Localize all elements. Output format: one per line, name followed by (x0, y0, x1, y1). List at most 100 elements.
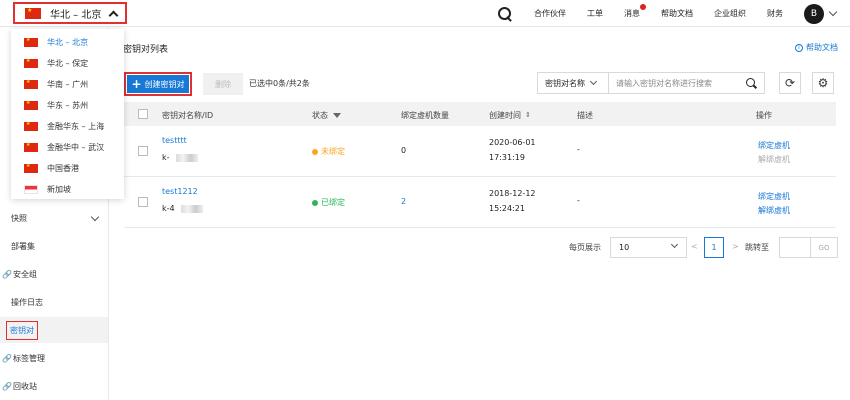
sidebar-item-label: 部署集 (11, 241, 35, 251)
per-page-value: 10 (619, 243, 630, 252)
key-pair-id: k-4 (162, 204, 203, 213)
status-dot (312, 199, 318, 206)
col-name: 密钥对名称/ID (162, 111, 214, 120)
sidebar-item-recycle-bin[interactable]: 🔗 回收站 (0, 373, 108, 399)
refresh-button[interactable]: ⟳ (779, 72, 801, 94)
help-docs-link[interactable]: i 帮助文档 (795, 42, 838, 53)
search-field-label: 密钥对名称 (545, 78, 585, 88)
top-bar: 华北 – 北京 合作伙伴 工单 消息 帮助文档 企业组织 财务 B (0, 0, 850, 27)
key-pair-id: k- (162, 153, 198, 162)
refresh-icon: ⟳ (784, 76, 796, 90)
region-option-guangzhou[interactable]: 华南 – 广州 (11, 74, 124, 95)
create-button-highlight: + 创建密钥对 (124, 72, 192, 96)
search-button[interactable] (738, 73, 764, 93)
plus-icon: + (131, 77, 142, 91)
sidebar-item-label: 回收站 (12, 381, 37, 391)
created-time: 17:31:19 (489, 153, 525, 162)
status-dot (312, 148, 318, 155)
next-page-button[interactable]: > (732, 242, 739, 251)
region-option-label: 华东 – 苏州 (47, 101, 89, 110)
nav-finance[interactable]: 财务 (767, 8, 783, 19)
redacted-id (175, 153, 198, 162)
per-page-select[interactable]: 10 (610, 237, 687, 258)
row-checkbox[interactable] (138, 146, 148, 156)
region-option-wuhan-finance[interactable]: 金融华中 – 武汉 (11, 137, 124, 158)
chevron-down-icon[interactable] (828, 7, 838, 17)
sidebar-item-deployment-sets[interactable]: 部署集 (0, 233, 108, 259)
sidebar-item-label: 密钥对 (6, 320, 38, 340)
col-desc: 描述 (577, 111, 593, 120)
region-option-label: 新加坡 (47, 185, 71, 194)
nav-partners[interactable]: 合作伙伴 (534, 8, 566, 19)
col-actions: 操作 (756, 111, 772, 120)
region-selector[interactable]: 华北 – 北京 (13, 2, 127, 24)
key-pair-name-link[interactable]: testttt (162, 136, 187, 145)
search-icon[interactable] (498, 6, 512, 21)
status-text: 已绑定 (321, 198, 345, 207)
china-flag-icon (24, 142, 38, 152)
unbind-vm-link[interactable]: 解绑虚机 (758, 154, 790, 165)
sort-icon[interactable]: ⇕ (525, 112, 531, 119)
bind-vm-link[interactable]: 绑定虚机 (758, 191, 790, 202)
search-field-select[interactable]: 密钥对名称 (538, 73, 609, 93)
page-number-current[interactable]: 1 (704, 237, 724, 258)
key-pair-name-link[interactable]: test1212 (162, 187, 198, 196)
chevron-up-icon (108, 10, 119, 20)
avatar[interactable]: B (804, 3, 824, 24)
col-created-label: 创建时间 (489, 111, 521, 120)
region-option-beijing[interactable]: 华北 – 北京 (11, 32, 124, 53)
link-icon: 🔗 (2, 269, 12, 279)
main-content: 密钥对列表 i 帮助文档 + 创建密钥对 删除 已选中0条/共2条 密钥对名称 … (110, 28, 850, 400)
search-icon (745, 77, 757, 89)
sidebar-item-label: 快照 (11, 213, 27, 223)
col-status[interactable]: 状态 (312, 110, 341, 121)
select-all-checkbox[interactable] (138, 109, 148, 119)
region-option-singapore[interactable]: 新加坡 (11, 179, 124, 200)
sidebar-item-tag-management[interactable]: 🔗 标签管理 (0, 345, 108, 371)
page-title: 密钥对列表 (123, 45, 169, 55)
sidebar-item-key-pairs[interactable]: 密钥对 (0, 317, 108, 343)
nav-messages[interactable]: 消息 (624, 4, 646, 19)
search-input[interactable] (609, 73, 738, 93)
create-button-label: 创建密钥对 (144, 79, 185, 89)
delete-button[interactable]: 删除 (203, 73, 243, 95)
region-option-shanghai-finance[interactable]: 金融华东 – 上海 (11, 116, 124, 137)
settings-button[interactable]: ⚙ (812, 72, 834, 94)
unbind-vm-link[interactable]: 解绑虚机 (758, 205, 790, 216)
nav-tickets[interactable]: 工单 (587, 8, 603, 19)
sidebar-item-snapshots[interactable]: 快照 (0, 205, 108, 231)
created-date: 2020-06-01 (489, 138, 536, 147)
nav-messages-label: 消息 (624, 9, 640, 18)
region-option-hongkong[interactable]: 中国香港 (11, 158, 124, 179)
bind-vm-link[interactable]: 绑定虚机 (758, 140, 790, 151)
sidebar-item-security-groups[interactable]: 🔗 安全组 (0, 261, 108, 287)
col-created[interactable]: 创建时间 ⇕ (489, 110, 531, 121)
filter-icon[interactable] (333, 113, 341, 118)
created-time: 15:24:21 (489, 204, 525, 213)
nav-org[interactable]: 企业组织 (714, 8, 746, 19)
china-flag-icon (24, 58, 38, 68)
row-checkbox[interactable] (138, 197, 148, 207)
table-row: test1212 k-4 已绑定 2 2018-12-12 15:24:21 -… (124, 177, 836, 228)
region-option-label: 金融华中 – 武汉 (47, 143, 105, 152)
region-option-suzhou[interactable]: 华东 – 苏州 (11, 95, 124, 116)
bound-count-link[interactable]: 2 (401, 197, 406, 206)
go-button[interactable]: GO (811, 237, 838, 258)
top-nav: 合作伙伴 工单 消息 帮助文档 企业组织 财务 B (498, 0, 850, 27)
nav-help-docs[interactable]: 帮助文档 (661, 8, 693, 19)
sidebar-item-label: 操作日志 (11, 297, 43, 307)
region-option-baoding[interactable]: 华北 – 保定 (11, 53, 124, 74)
create-key-pair-button[interactable]: + 创建密钥对 (127, 75, 189, 93)
gear-icon: ⚙ (817, 76, 829, 90)
sidebar-item-label: 安全组 (12, 269, 37, 279)
sidebar-item-operation-logs[interactable]: 操作日志 (0, 289, 108, 315)
key-pair-table: 密钥对名称/ID 状态 绑定虚机数量 创建时间 ⇕ 描述 操作 testttt k… (124, 102, 836, 228)
region-label: 华北 – 北京 (50, 9, 102, 21)
singapore-flag-icon (24, 185, 38, 194)
description: - (577, 145, 580, 154)
region-dropdown: 华北 – 北京 华北 – 保定 华南 – 广州 华东 – 苏州 金融华东 – 上… (11, 29, 124, 199)
link-icon: 🔗 (2, 381, 12, 391)
jump-to-input[interactable] (779, 237, 811, 258)
table-header: 密钥对名称/ID 状态 绑定虚机数量 创建时间 ⇕ 描述 操作 (124, 102, 836, 126)
prev-page-button[interactable]: < (691, 242, 698, 251)
